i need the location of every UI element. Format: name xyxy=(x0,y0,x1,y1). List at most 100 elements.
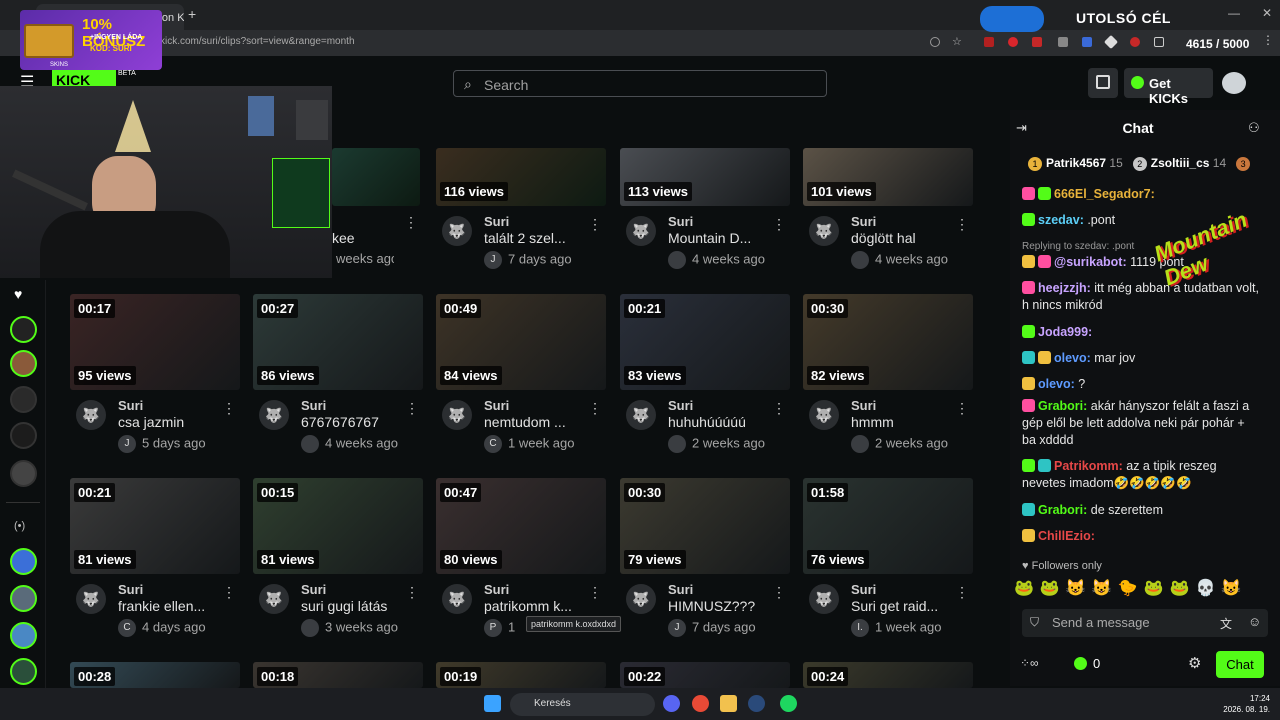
clip-author[interactable]: Suri xyxy=(301,582,326,597)
channel-avatar[interactable]: 🐺 xyxy=(442,584,472,614)
chat-username[interactable]: Joda999: xyxy=(1038,325,1092,339)
get-kicks-button[interactable]: Get KICKs xyxy=(1124,68,1213,106)
clipper-badge[interactable] xyxy=(851,251,869,269)
more-options-icon[interactable]: ⋮ xyxy=(588,216,602,233)
chat-username[interactable]: olevo: xyxy=(1054,351,1091,365)
more-options-icon[interactable]: ⋮ xyxy=(588,400,602,417)
more-options-icon[interactable]: ⋮ xyxy=(588,584,602,601)
chat-username[interactable]: Patrikomm: xyxy=(1054,459,1123,473)
clipper-badge[interactable]: C xyxy=(484,435,502,453)
puzzle-icon[interactable] xyxy=(1154,37,1164,47)
clip-title[interactable]: csa jazmin xyxy=(118,414,230,430)
users-icon[interactable]: ⚇ xyxy=(1248,120,1260,136)
emoji-icon[interactable]: ☺ xyxy=(1248,614,1261,629)
clipper-badge[interactable]: J xyxy=(484,251,502,269)
more-options-icon[interactable]: ⋮ xyxy=(772,584,786,601)
extension-icon[interactable] xyxy=(1058,37,1068,47)
menu-icon[interactable]: ⋮ xyxy=(1262,33,1274,47)
clip-author[interactable]: Suri xyxy=(484,214,509,229)
clip-thumbnail[interactable]: 01:58 76 views xyxy=(803,478,973,574)
more-options-icon[interactable]: ⋮ xyxy=(222,584,236,601)
more-options-icon[interactable]: ⋮ xyxy=(404,214,418,231)
channel-avatar[interactable] xyxy=(10,386,37,413)
more-options-icon[interactable]: ⋮ xyxy=(405,400,419,417)
clip-author[interactable]: Suri xyxy=(851,398,876,413)
star-icon[interactable]: ☆ xyxy=(952,35,962,48)
clipper-badge[interactable] xyxy=(301,435,319,453)
steam-icon[interactable] xyxy=(748,695,765,712)
more-options-icon[interactable]: ⋮ xyxy=(222,400,236,417)
clip-author[interactable]: Suri xyxy=(668,398,693,413)
chat-username[interactable]: 666El_Segador7: xyxy=(1054,187,1155,201)
clip-title[interactable]: frankie ellen... xyxy=(118,598,230,614)
folder-icon[interactable] xyxy=(720,695,737,712)
clip-thumbnail[interactable]: 00:30 82 views xyxy=(803,294,973,390)
clip-author[interactable]: Suri xyxy=(301,398,326,413)
gear-icon[interactable]: ⚙ xyxy=(1188,654,1201,672)
leader-name[interactable]: Zsoltiii_cs xyxy=(1151,156,1210,170)
more-options-icon[interactable]: ⋮ xyxy=(405,584,419,601)
clip-author[interactable]: Suri xyxy=(851,214,876,229)
heart-icon[interactable]: ♥ xyxy=(14,286,22,302)
extension-icon[interactable] xyxy=(984,37,994,47)
channel-avatar[interactable]: 🐺 xyxy=(809,216,839,246)
clip-thumbnail[interactable]: 101 views xyxy=(803,148,973,206)
clipper-badge[interactable]: J xyxy=(668,619,686,637)
clip-thumbnail[interactable]: 116 views xyxy=(436,148,606,206)
more-options-icon[interactable]: ⋮ xyxy=(955,216,969,233)
clip-thumbnail[interactable]: 00:28 xyxy=(70,662,240,688)
clip-thumbnail[interactable]: 00:49 84 views xyxy=(436,294,606,390)
extension-icon[interactable] xyxy=(1008,37,1018,47)
spotify-icon[interactable] xyxy=(780,695,797,712)
clip-title[interactable]: nemtudom ... xyxy=(484,414,596,430)
extension-icon[interactable] xyxy=(1103,34,1119,50)
channel-avatar[interactable]: 🐺 xyxy=(809,400,839,430)
chat-username[interactable]: ChillEzio: xyxy=(1038,529,1095,543)
start-icon[interactable] xyxy=(484,695,501,712)
search-input[interactable]: ⌕ Search xyxy=(453,70,827,97)
message-input[interactable]: ⛉ Send a message 文 ☺ xyxy=(1022,609,1268,637)
clipper-badge[interactable]: C xyxy=(118,619,136,637)
translate-icon[interactable]: 文 xyxy=(1220,615,1232,632)
clip-thumbnail[interactable]: 00:22 xyxy=(620,662,790,688)
clip-title[interactable]: döglött hal xyxy=(851,230,963,246)
close-window-button[interactable]: ✕ xyxy=(1262,6,1272,20)
minimize-button[interactable]: — xyxy=(1228,6,1240,20)
more-options-icon[interactable]: ⋮ xyxy=(772,216,786,233)
clip-thumbnail[interactable]: 00:24 xyxy=(803,662,973,688)
clip-thumbnail[interactable]: 00:19 xyxy=(436,662,606,688)
channel-avatar[interactable]: 🐺 xyxy=(76,400,106,430)
clip-title[interactable]: HIMNUSZ??? xyxy=(668,598,780,614)
clipper-badge[interactable] xyxy=(668,251,686,269)
channel-avatar[interactable] xyxy=(10,548,37,575)
clip-thumbnail[interactable]: 00:17 95 views xyxy=(70,294,240,390)
kick-logo[interactable]: KICK xyxy=(52,68,116,88)
channel-avatar[interactable]: 🐺 xyxy=(259,584,289,614)
goal-button[interactable] xyxy=(980,6,1044,32)
channel-avatar[interactable]: 🐺 xyxy=(626,400,656,430)
channel-avatar[interactable]: 🐺 xyxy=(809,584,839,614)
clip-author[interactable]: Suri xyxy=(484,398,509,413)
more-options-icon[interactable]: ⋮ xyxy=(955,584,969,601)
clipper-badge[interactable] xyxy=(851,435,869,453)
chat-username[interactable]: Grabori: xyxy=(1038,503,1087,517)
clip-title[interactable]: suri gugi látás xyxy=(301,598,413,614)
clip-author[interactable]: Suri xyxy=(668,214,693,229)
chat-username[interactable]: szedav: xyxy=(1038,213,1084,227)
channel-avatar[interactable] xyxy=(10,422,37,449)
clip-title[interactable]: patrikomm k... xyxy=(484,598,596,614)
clipper-badge[interactable] xyxy=(668,435,686,453)
clip-thumbnail[interactable]: 00:21 83 views xyxy=(620,294,790,390)
discord-icon[interactable] xyxy=(663,695,680,712)
clip-title[interactable]: talált 2 szel... xyxy=(484,230,596,246)
clip-title[interactable]: huhuhúúúúú xyxy=(668,414,780,430)
clipper-badge[interactable]: I. xyxy=(851,619,869,637)
clip-thumbnail[interactable]: 113 views xyxy=(620,148,790,206)
clip-thumbnail[interactable]: 00:30 79 views xyxy=(620,478,790,574)
chat-username[interactable]: olevo: xyxy=(1038,377,1075,391)
channel-avatar[interactable] xyxy=(10,350,37,377)
address-bar[interactable]: kick.com/suri/clips?sort=view&range=mont… xyxy=(0,30,1280,56)
chat-username[interactable]: Grabori: xyxy=(1038,399,1087,413)
clip-author[interactable]: Suri xyxy=(484,582,509,597)
extension-icon[interactable] xyxy=(1032,37,1042,47)
